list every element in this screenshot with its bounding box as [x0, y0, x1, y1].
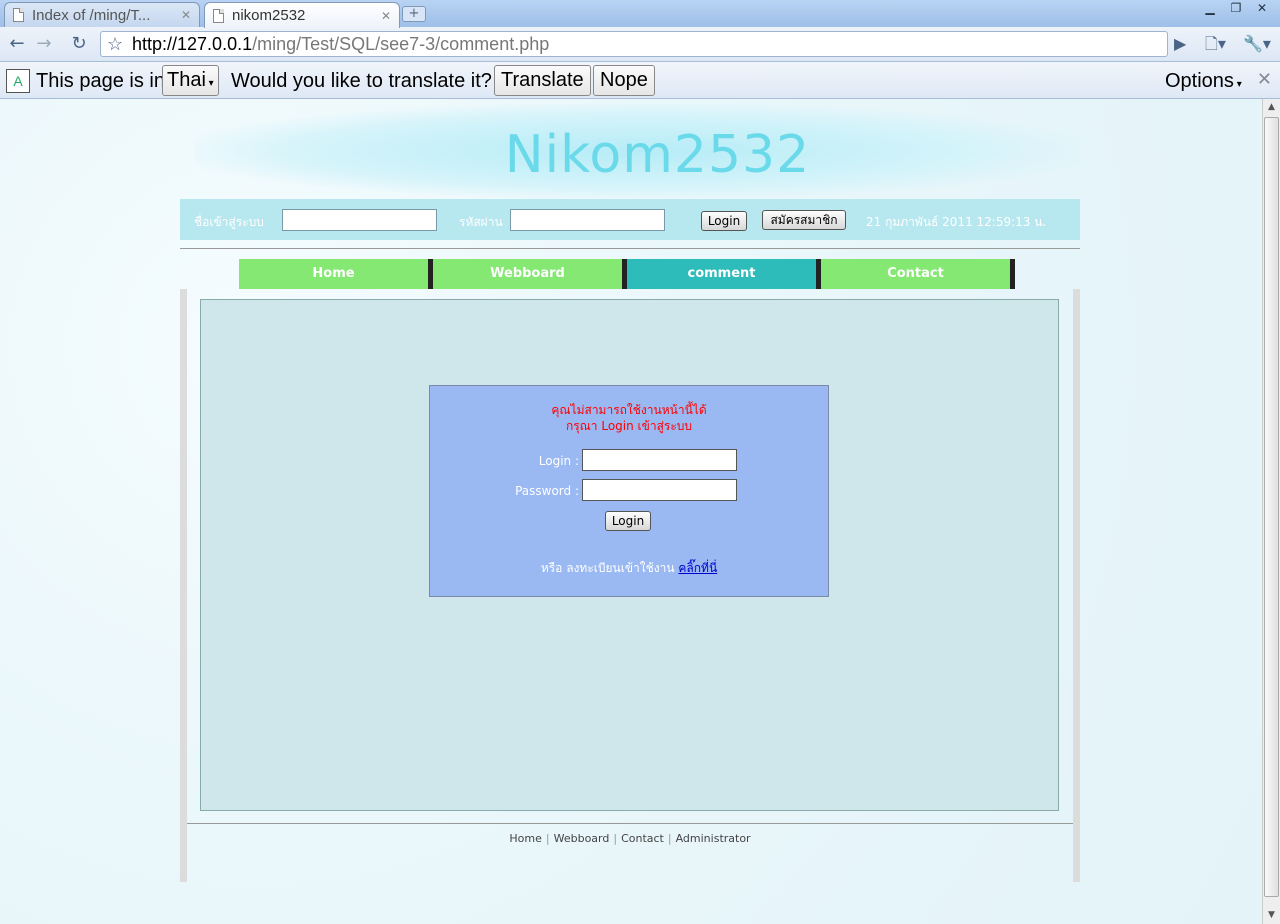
address-bar[interactable]: ☆ http://127.0.0.1/ming/Test/SQL/see7-3/…: [100, 31, 1168, 57]
footer-link-webboard[interactable]: Webboard: [554, 832, 610, 845]
top-login-bar: ชื่อเข้าสู่ระบบ รหัสผ่าน Login สมัครสมาช…: [180, 199, 1080, 240]
username-label: ชื่อเข้าสู่ระบบ: [194, 215, 264, 229]
page-viewport: Nikom2532 ชื่อเข้าสู่ระบบ รหัสผ่าน Login…: [0, 99, 1262, 924]
login-submit-button[interactable]: Login: [605, 511, 651, 531]
tab-label: nikom2532: [232, 7, 306, 24]
restore-icon[interactable]: ❐: [1224, 0, 1248, 17]
scroll-up-icon[interactable]: ▲: [1263, 99, 1280, 116]
password-label: รหัสผ่าน: [459, 215, 503, 229]
password-input[interactable]: [510, 209, 665, 231]
tab-index[interactable]: Index of /ming/T... ✕: [4, 2, 200, 27]
main-menu: Home Webboard comment Contact: [239, 259, 1015, 289]
menu-item-contact[interactable]: Contact: [821, 259, 1015, 289]
translate-prefix: This page is in: [36, 70, 165, 92]
close-infobar-icon[interactable]: ✕: [1257, 69, 1272, 90]
footer-link-contact[interactable]: Contact: [621, 832, 664, 845]
scrollbar-thumb[interactable]: [1264, 117, 1279, 897]
url-path: /ming/Test/SQL/see7-3/comment.php: [252, 34, 550, 54]
scroll-down-icon[interactable]: ▼: [1263, 907, 1280, 924]
browser-titlebar: Index of /ming/T... ✕ nikom2532 ✕ + ▁ ❐ …: [0, 0, 1280, 28]
go-icon[interactable]: ▶: [1174, 32, 1186, 56]
menu-item-webboard[interactable]: Webboard: [433, 259, 627, 289]
login-label: Login :: [538, 454, 579, 468]
translate-infobar: A This page is in Thai ▾ Would you like …: [0, 62, 1280, 99]
forward-icon[interactable]: →: [32, 32, 56, 56]
register-button[interactable]: สมัครสมาชิก: [762, 210, 846, 230]
document-icon: [13, 8, 24, 22]
close-icon[interactable]: ✕: [381, 9, 391, 23]
footer-links: Home | Webboard | Contact | Administrator: [180, 832, 1080, 845]
menu-item-comment[interactable]: comment: [627, 259, 821, 289]
tab-label: Index of /ming/T...: [32, 6, 151, 24]
footer-separator: |: [667, 832, 672, 845]
header-divider: [180, 248, 1080, 249]
login-box: คุณไม่สามารถใช้งานหน้านี้ได้ กรุณา Login…: [429, 385, 829, 597]
password-field-label: Password :: [515, 484, 579, 498]
reload-icon[interactable]: ↻: [67, 32, 91, 56]
window-controls: ▁ ❐ ✕: [1196, 0, 1274, 18]
login-input[interactable]: [582, 449, 737, 471]
register-line: หรือ ลงทะเบียนเข้าใช้งาน คลิ๊กที่นี่: [430, 559, 828, 578]
datetime-text: 21 กุมภาพันธ์ 2011 12:59:13 น.: [866, 215, 1047, 229]
translate-question: Would you like to translate it?: [231, 70, 492, 92]
register-prefix: หรือ ลงทะเบียนเข้าใช้งาน: [540, 561, 675, 575]
translate-icon: A: [6, 69, 30, 93]
site-title: Nikom2532: [504, 125, 811, 185]
close-icon[interactable]: ✕: [181, 8, 191, 22]
language-select[interactable]: Thai ▾: [162, 65, 219, 96]
wrench-icon[interactable]: 🔧▾: [1243, 32, 1271, 56]
footer-separator: |: [545, 832, 550, 845]
content-frame-left: [180, 289, 187, 882]
vertical-scrollbar[interactable]: ▲ ▼: [1262, 99, 1280, 924]
register-link[interactable]: คลิ๊กที่นี่: [678, 561, 717, 575]
options-label: Options: [1165, 70, 1234, 92]
warning-line-2: กรุณา Login เข้าสู่ระบบ: [565, 419, 693, 433]
footer-link-home[interactable]: Home: [509, 832, 541, 845]
content-frame-right: [1073, 289, 1080, 882]
document-icon: [213, 8, 224, 23]
username-input[interactable]: [282, 209, 437, 231]
options-menu[interactable]: Options ▾: [1165, 69, 1242, 97]
nope-button[interactable]: Nope: [593, 65, 655, 96]
new-tab-button[interactable]: +: [402, 6, 426, 22]
footer-separator: |: [613, 832, 618, 845]
back-icon[interactable]: ←: [5, 32, 29, 56]
page-menu-icon[interactable]: 🗋▾: [1205, 32, 1226, 56]
menu-item-home[interactable]: Home: [239, 259, 433, 289]
top-login-button[interactable]: Login: [701, 211, 747, 231]
language-value: Thai: [167, 69, 206, 91]
tab-nikom2532[interactable]: nikom2532 ✕: [204, 2, 400, 28]
translate-button[interactable]: Translate: [494, 65, 591, 96]
browser-toolbar: ← → ↻ ☆ http://127.0.0.1/ming/Test/SQL/s…: [0, 27, 1280, 62]
close-window-icon[interactable]: ✕: [1250, 0, 1274, 17]
footer-divider: [187, 823, 1073, 824]
star-icon[interactable]: ☆: [107, 32, 123, 56]
password-field[interactable]: [582, 479, 737, 501]
footer-link-administrator[interactable]: Administrator: [676, 832, 751, 845]
minimize-icon[interactable]: ▁: [1198, 0, 1222, 17]
url-host: http://127.0.0.1: [132, 34, 253, 54]
